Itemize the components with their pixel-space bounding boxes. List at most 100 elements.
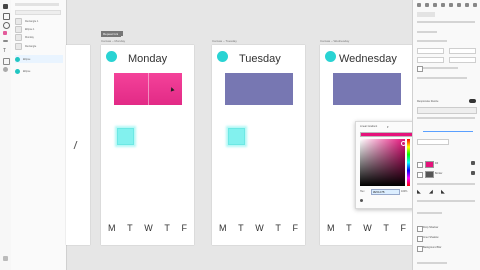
- y-field[interactable]: [449, 57, 476, 63]
- weekday-letter: T: [127, 223, 133, 233]
- alpha-value[interactable]: 100%: [401, 190, 407, 193]
- teal-square[interactable]: [117, 128, 134, 145]
- ellipse-layer-thumbnail: [15, 68, 20, 74]
- zoom-tool-icon[interactable]: [3, 67, 8, 72]
- teal-ellipse[interactable]: [217, 51, 228, 62]
- fill-checkbox[interactable]: [417, 162, 423, 168]
- height-field[interactable]: [449, 48, 476, 54]
- layer-label: Ellipse: [23, 57, 31, 61]
- artboard-partial[interactable]: [66, 45, 90, 245]
- layer-thumbnail: [15, 25, 22, 33]
- artboard-tuesday[interactable]: Tuesday M T W T F: [212, 45, 305, 245]
- section-heading: [417, 31, 437, 33]
- layer-item[interactable]: Rectangle: [15, 42, 63, 50]
- border-join-icon[interactable]: ◣: [417, 190, 421, 195]
- teal-ellipse[interactable]: [325, 51, 336, 62]
- divider: [417, 117, 475, 119]
- layer-label: Rectangle 1: [25, 19, 39, 23]
- responsive-resize-toggle[interactable]: [469, 99, 476, 103]
- weekday-letter: M: [219, 223, 227, 233]
- weekday-letter: W: [255, 223, 264, 233]
- text-tool-icon[interactable]: T: [3, 49, 8, 54]
- layers-panel-icon[interactable]: [3, 256, 8, 261]
- width-field[interactable]: [417, 48, 444, 54]
- color-picker-popover[interactable]: Linear Gradient ▾ Hex #E5127B 100%: [355, 121, 418, 209]
- layer-item[interactable]: Ellipse 1: [15, 25, 63, 33]
- edit-icon[interactable]: [118, 31, 123, 36]
- artboard-label-monday[interactable]: Canvas – Monday: [101, 39, 125, 43]
- ellipse-tool-icon[interactable]: [3, 22, 10, 29]
- border-color-swatch[interactable]: [425, 171, 434, 178]
- distribute-vertical-icon[interactable]: [473, 3, 477, 7]
- weekday-row: M T W T F: [327, 223, 406, 233]
- border-corner-icon[interactable]: ◣: [441, 190, 445, 195]
- chevron-down-icon[interactable]: ▾: [387, 125, 389, 129]
- gradient-mode-select[interactable]: Linear Gradient: [360, 125, 377, 128]
- day-title[interactable]: Tuesday: [239, 53, 281, 65]
- shadow-checkbox[interactable]: [417, 226, 423, 232]
- opacity-slider[interactable]: [423, 131, 473, 132]
- teal-ellipse[interactable]: [106, 51, 117, 62]
- saturation-field[interactable]: [360, 139, 406, 186]
- layers-search-input[interactable]: [15, 10, 61, 15]
- divider: [417, 77, 467, 79]
- align-middle-icon[interactable]: [449, 3, 453, 7]
- hex-input[interactable]: #E5127B: [371, 189, 400, 195]
- artboard-monday[interactable]: Monday M T W T F: [101, 45, 194, 245]
- artboard-label-tuesday[interactable]: Canvas – Tuesday: [212, 39, 237, 43]
- gradient-bar[interactable]: [360, 132, 415, 137]
- inner-shadow-label: Inner Shadow: [423, 236, 439, 239]
- layer-item[interactable]: Ellipse: [15, 67, 63, 75]
- divider: [417, 21, 475, 23]
- weekday-letter: F: [181, 223, 188, 233]
- weekday-letter: T: [164, 223, 170, 233]
- pen-tool-icon[interactable]: [3, 31, 7, 35]
- fill-color-swatch[interactable]: [425, 161, 434, 168]
- layer-thumbnail: [15, 33, 22, 41]
- purple-rectangle[interactable]: [225, 73, 293, 105]
- day-title[interactable]: Wednesday: [339, 53, 397, 65]
- component-pill[interactable]: [417, 12, 435, 17]
- background-blur-checkbox[interactable]: [417, 246, 423, 252]
- blend-mode-select[interactable]: [417, 139, 449, 145]
- align-left-icon[interactable]: [417, 3, 421, 7]
- align-right-icon[interactable]: [433, 3, 437, 7]
- section-heading: [417, 212, 442, 214]
- eyedropper-icon[interactable]: [471, 161, 475, 165]
- weekday-letter: W: [144, 223, 153, 233]
- distribute-icon[interactable]: [465, 3, 469, 7]
- layer-item-selected[interactable]: Ellipse: [15, 55, 63, 63]
- pink-rectangle[interactable]: [114, 73, 182, 105]
- border-checkbox[interactable]: [417, 172, 423, 178]
- purple-rectangle[interactable]: [333, 73, 401, 105]
- border-cap-icon[interactable]: ◢: [429, 190, 433, 195]
- hue-slider[interactable]: [407, 139, 410, 186]
- layer-item[interactable]: Rectangle 1: [15, 17, 63, 25]
- weekday-letter: W: [363, 223, 372, 233]
- line-tool-icon[interactable]: [3, 40, 8, 42]
- add-swatch-icon[interactable]: [360, 199, 363, 202]
- property-inspector: Responsive Resize Fill Border ◣ ◢ ◣ Drop…: [412, 0, 480, 270]
- layer-label: Monday: [25, 35, 34, 39]
- mouse-cursor-icon: [169, 86, 175, 92]
- color-handle[interactable]: [401, 141, 406, 146]
- select-tool-icon[interactable]: [3, 4, 8, 9]
- teal-square[interactable]: [228, 128, 245, 145]
- rectangle-tool-icon[interactable]: [3, 13, 10, 20]
- x-field[interactable]: [417, 57, 444, 63]
- responsive-resize-label: Responsive Resize: [417, 100, 439, 103]
- fix-position-checkbox[interactable]: [417, 66, 423, 72]
- weekday-letter: T: [383, 223, 389, 233]
- layer-thumbnail: [15, 42, 22, 50]
- artboard-tool-icon[interactable]: [3, 58, 10, 65]
- footer-label: [417, 262, 447, 264]
- inner-shadow-checkbox[interactable]: [417, 236, 423, 242]
- align-center-icon[interactable]: [425, 3, 429, 7]
- align-top-icon[interactable]: [441, 3, 445, 7]
- layer-item[interactable]: Monday: [15, 33, 63, 41]
- artboard-label-wednesday[interactable]: Canvas – Wednesday: [320, 39, 349, 43]
- resize-mode-segmented[interactable]: [417, 107, 477, 114]
- align-bottom-icon[interactable]: [457, 3, 461, 7]
- day-title[interactable]: Monday: [128, 53, 167, 65]
- eyedropper-icon[interactable]: [471, 171, 475, 175]
